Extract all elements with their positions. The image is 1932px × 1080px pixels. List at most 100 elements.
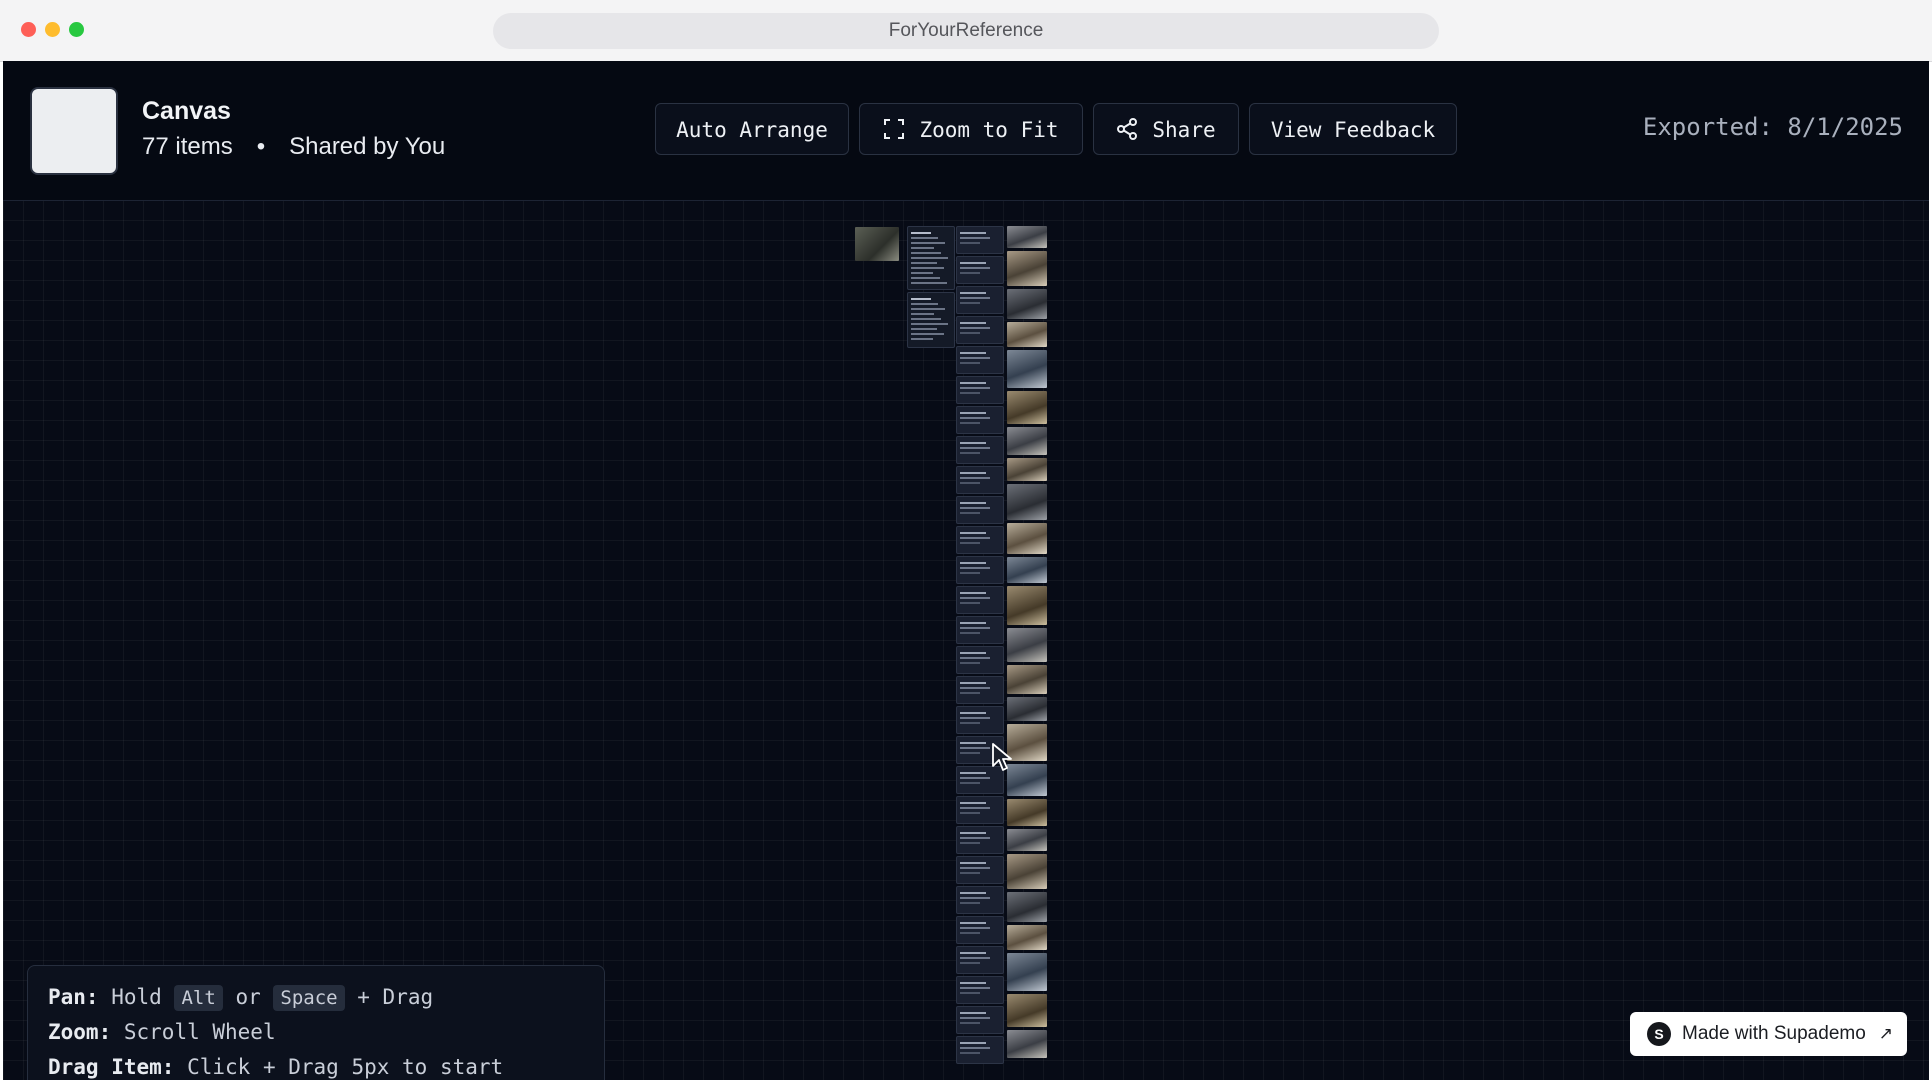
canvas-link-card[interactable]	[956, 526, 1004, 554]
canvas-link-card[interactable]	[956, 946, 1004, 974]
supademo-logo-icon: S	[1647, 1022, 1671, 1046]
canvas-image-tile[interactable]	[1007, 829, 1047, 851]
canvas-link-card[interactable]	[956, 406, 1004, 434]
canvas-link-card[interactable]	[956, 796, 1004, 824]
canvas-link-card[interactable]	[956, 436, 1004, 464]
text-line	[911, 252, 941, 254]
card-line	[960, 512, 980, 514]
canvas-image-tile[interactable]	[1007, 391, 1047, 424]
text-line	[911, 333, 944, 335]
canvas-link-card[interactable]	[956, 466, 1004, 494]
item-count: 77 items	[142, 133, 233, 160]
card-line	[960, 862, 986, 864]
alt-key-badge: Alt	[174, 985, 223, 1011]
card-line	[960, 772, 986, 774]
canvas-link-card[interactable]	[956, 226, 1004, 254]
canvas-link-card[interactable]	[956, 616, 1004, 644]
canvas-text-card[interactable]	[907, 226, 955, 290]
canvas-image-tile[interactable]	[1007, 557, 1047, 583]
address-bar[interactable]: ForYourReference	[493, 13, 1439, 49]
canvas-image-tile[interactable]	[1007, 994, 1047, 1027]
card-line	[960, 777, 990, 779]
canvas-image-tile[interactable]	[1007, 665, 1047, 694]
canvas-link-card[interactable]	[956, 346, 1004, 374]
text-line	[911, 242, 945, 244]
zoom-to-fit-button[interactable]: Zoom to Fit	[859, 103, 1083, 155]
canvas-image-tile[interactable]	[1007, 458, 1047, 481]
card-line	[960, 742, 986, 744]
window-maximize-button[interactable]	[69, 22, 84, 37]
canvas-link-card[interactable]	[956, 886, 1004, 914]
canvas-title: Canvas	[142, 97, 231, 125]
card-line	[960, 987, 990, 989]
canvas-image-card[interactable]	[855, 227, 899, 261]
card-line	[960, 412, 986, 414]
card-line	[960, 632, 980, 634]
canvas-image-tile[interactable]	[1007, 427, 1047, 455]
view-feedback-button[interactable]: View Feedback	[1249, 103, 1457, 155]
card-line	[960, 712, 986, 714]
text-line	[911, 323, 948, 325]
canvas-image-tile[interactable]	[1007, 484, 1047, 520]
card-line	[960, 962, 980, 964]
canvas-image-tile[interactable]	[1007, 764, 1047, 796]
canvas-image-tile[interactable]	[1007, 854, 1047, 889]
canvas-image-tile[interactable]	[1007, 1030, 1047, 1058]
canvas-image-tile[interactable]	[1007, 251, 1047, 286]
canvas-image-tile[interactable]	[1007, 523, 1047, 554]
canvas-link-card[interactable]	[956, 856, 1004, 884]
canvas-link-card[interactable]	[956, 376, 1004, 404]
canvas-image-tile[interactable]	[1007, 925, 1047, 950]
card-line	[960, 392, 980, 394]
canvas-link-card[interactable]	[956, 826, 1004, 854]
canvas-link-card[interactable]	[956, 286, 1004, 314]
canvas-image-tile[interactable]	[1007, 289, 1047, 319]
card-line	[960, 507, 990, 509]
text-line	[911, 338, 933, 340]
canvas-image-tile[interactable]	[1007, 953, 1047, 991]
canvas-link-card[interactable]	[956, 706, 1004, 734]
canvas-link-card[interactable]	[956, 976, 1004, 1004]
made-with-supademo-badge[interactable]: S Made with Supademo ↗	[1630, 1012, 1907, 1056]
canvas-link-card[interactable]	[956, 676, 1004, 704]
canvas-link-card[interactable]	[956, 1006, 1004, 1034]
card-line	[960, 747, 990, 749]
card-line	[960, 537, 990, 539]
canvas-link-card[interactable]	[956, 256, 1004, 284]
card-line	[960, 272, 980, 274]
card-line	[960, 837, 990, 839]
share-button[interactable]: Share	[1093, 103, 1239, 155]
canvas-link-card[interactable]	[956, 586, 1004, 614]
canvas-link-card[interactable]	[956, 1036, 1004, 1064]
auto-arrange-button[interactable]: Auto Arrange	[655, 103, 849, 155]
canvas-image-tile[interactable]	[1007, 586, 1047, 625]
card-line	[960, 922, 986, 924]
canvas-image-tile[interactable]	[1007, 350, 1047, 388]
canvas-text-card[interactable]	[907, 292, 955, 348]
canvas-image-tile[interactable]	[1007, 226, 1047, 248]
card-line	[960, 752, 980, 754]
canvas-link-card[interactable]	[956, 556, 1004, 584]
text-line	[911, 282, 947, 284]
canvas-meta: 77 items • Shared by You	[142, 133, 445, 161]
canvas-area[interactable]	[3, 200, 1929, 1080]
card-line	[960, 717, 990, 719]
window-minimize-button[interactable]	[45, 22, 60, 37]
card-line	[960, 1012, 986, 1014]
canvas-link-card[interactable]	[956, 646, 1004, 674]
card-line	[960, 362, 980, 364]
canvas-image-tile[interactable]	[1007, 892, 1047, 922]
canvas-image-tile[interactable]	[1007, 799, 1047, 826]
canvas-image-tile[interactable]	[1007, 322, 1047, 347]
share-label: Share	[1152, 118, 1216, 142]
help-pan-prefix: Hold	[111, 985, 162, 1009]
canvas-link-card[interactable]	[956, 316, 1004, 344]
canvas-image-tile[interactable]	[1007, 628, 1047, 662]
canvas-thumbnail[interactable]	[30, 87, 118, 175]
window-close-button[interactable]	[21, 22, 36, 37]
canvas-link-card[interactable]	[956, 496, 1004, 524]
canvas-header: Canvas 77 items • Shared by You Auto Arran…	[3, 61, 1929, 201]
canvas-image-tile[interactable]	[1007, 697, 1047, 721]
canvas-link-card[interactable]	[956, 916, 1004, 944]
canvas-image-tile[interactable]	[1007, 724, 1047, 761]
